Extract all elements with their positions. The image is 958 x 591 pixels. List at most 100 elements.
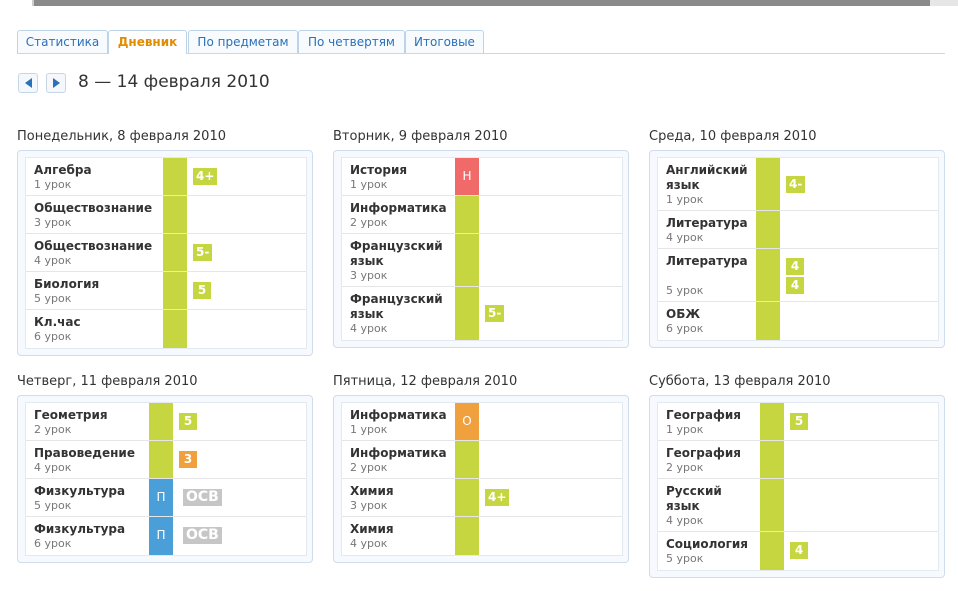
tab-by-subject[interactable]: По предметам: [188, 30, 298, 53]
subject-name: Литература: [666, 254, 748, 268]
lesson-number: 2 урок: [34, 423, 72, 436]
tab-by-quarter[interactable]: По четвертям: [298, 30, 405, 53]
lesson-row[interactable]: Русский язык 4 урок: [658, 479, 938, 532]
lesson-number: 2 урок: [666, 461, 704, 474]
lesson-number: 5 урок: [34, 499, 72, 512]
lesson-number: 6 урок: [666, 322, 704, 335]
tab-final[interactable]: Итоговые: [405, 30, 484, 53]
attendance-bar: [149, 441, 173, 478]
lesson-number: 6 урок: [34, 537, 72, 550]
lesson-number: 1 урок: [350, 423, 388, 436]
attendance-bar: П: [149, 479, 173, 516]
lesson-row[interactable]: Французский язык 3 урок: [342, 234, 622, 287]
grade-mark[interactable]: 5-: [193, 244, 213, 261]
subject-name: Химия: [350, 484, 394, 498]
lesson-number: 5 урок: [666, 552, 704, 565]
grade-mark[interactable]: ОСВ: [183, 527, 222, 544]
grade-mark[interactable]: 4+: [193, 168, 218, 185]
grade-mark[interactable]: 4-: [786, 176, 806, 193]
lesson-row[interactable]: Литература 5 урок 4 4: [658, 249, 938, 302]
lesson-number: 4 урок: [666, 514, 704, 527]
lesson-row[interactable]: Информатика 1 урок О: [342, 403, 622, 441]
attendance-bar: [760, 403, 784, 440]
day-header: Вторник, 9 февраля 2010: [333, 129, 508, 144]
grade-mark[interactable]: 5: [790, 413, 808, 430]
day-header: Четверг, 11 февраля 2010: [17, 374, 198, 389]
subject-name: Социология: [666, 537, 749, 551]
subject-name: Обществознание: [34, 201, 153, 215]
lesson-number: 1 урок: [350, 178, 388, 191]
attendance-status: П: [156, 490, 166, 504]
grade-mark[interactable]: 3: [179, 451, 197, 468]
lesson-row[interactable]: Французский язык 4 урок 5-: [342, 287, 622, 340]
lesson-row[interactable]: Социология 5 урок 4: [658, 532, 938, 570]
arrow-left-icon: [25, 78, 32, 88]
lesson-row[interactable]: Алгебра 1 урок 4+: [26, 158, 306, 196]
lesson-row[interactable]: Химия 3 урок 4+: [342, 479, 622, 517]
grade-mark[interactable]: 4: [790, 542, 808, 559]
grade-mark[interactable]: 4: [786, 277, 804, 294]
subject-name: Обществознание: [34, 239, 153, 253]
grade-mark[interactable]: 4+: [485, 489, 510, 506]
attendance-bar: [756, 211, 780, 248]
lesson-list: География 1 урок 5 География 2 урок Русский я…: [657, 402, 939, 571]
lesson-row[interactable]: География 2 урок: [658, 441, 938, 479]
lesson-row[interactable]: Физкультура 6 урок П ОСВ: [26, 517, 306, 555]
lesson-row[interactable]: Химия 4 урок: [342, 517, 622, 555]
subject-name: ОБЖ: [666, 307, 701, 321]
lesson-number: 2 урок: [350, 216, 388, 229]
subject-name: Геометрия: [34, 408, 108, 422]
lesson-row[interactable]: Литература 4 урок: [658, 211, 938, 249]
lesson-number: 5 урок: [666, 284, 704, 297]
grade-mark[interactable]: ОСВ: [183, 489, 222, 506]
tab-statistics[interactable]: Статистика: [17, 30, 108, 53]
attendance-bar: [756, 249, 780, 301]
subject-name: Физкультура: [34, 522, 126, 536]
next-week-button[interactable]: [46, 73, 66, 93]
grade-mark[interactable]: 5: [179, 413, 197, 430]
grade-mark[interactable]: 4: [786, 258, 804, 275]
lesson-row[interactable]: Физкультура 5 урок П ОСВ: [26, 479, 306, 517]
subject-name: Кл.час: [34, 315, 81, 329]
subject-name: Русский язык: [666, 484, 722, 513]
lesson-number: 3 урок: [350, 269, 388, 282]
lesson-row[interactable]: ОБЖ 6 урок: [658, 302, 938, 340]
attendance-bar: [455, 479, 479, 516]
lesson-number: 3 урок: [350, 499, 388, 512]
lesson-row[interactable]: Геометрия 2 урок 5: [26, 403, 306, 441]
attendance-bar: [756, 302, 780, 340]
grade-mark[interactable]: 5: [193, 282, 211, 299]
subject-name: Информатика: [350, 201, 447, 215]
day-card: Алгебра 1 урок 4+ Обществознание 3 урок Общес…: [17, 150, 313, 356]
attendance-bar: [163, 196, 187, 233]
lesson-row[interactable]: Информатика 2 урок: [342, 441, 622, 479]
lesson-row[interactable]: История 1 урок Н: [342, 158, 622, 196]
subject-name: Английский язык: [666, 163, 748, 192]
arrow-right-icon: [53, 78, 60, 88]
prev-week-button[interactable]: [18, 73, 38, 93]
day-card: Геометрия 2 урок 5 Правоведение 4 урок 3 Физку…: [17, 395, 313, 563]
day-header: Пятница, 12 февраля 2010: [333, 374, 518, 389]
grade-mark[interactable]: 5-: [485, 305, 505, 322]
lesson-number: 1 урок: [666, 193, 704, 206]
lesson-row[interactable]: Обществознание 3 урок: [26, 196, 306, 234]
subject-name: Французский язык: [350, 292, 443, 321]
lesson-row[interactable]: Биология 5 урок 5: [26, 272, 306, 310]
subject-name: История: [350, 163, 408, 177]
lesson-row[interactable]: Правоведение 4 урок 3: [26, 441, 306, 479]
lesson-row[interactable]: Английский язык 1 урок 4-: [658, 158, 938, 211]
tab-diary[interactable]: Дневник: [108, 30, 187, 54]
lesson-number: 4 урок: [350, 537, 388, 550]
lesson-row[interactable]: Информатика 2 урок: [342, 196, 622, 234]
attendance-bar: [756, 158, 780, 210]
subject-name: Физкультура: [34, 484, 126, 498]
attendance-status: Н: [462, 169, 472, 183]
attendance-bar: [455, 441, 479, 478]
attendance-bar: [163, 158, 187, 195]
lesson-row[interactable]: Обществознание 4 урок 5-: [26, 234, 306, 272]
lesson-row[interactable]: Кл.час 6 урок: [26, 310, 306, 348]
lesson-number: 3 урок: [34, 216, 72, 229]
attendance-bar: [455, 517, 479, 555]
subject-name: Литература: [666, 216, 748, 230]
lesson-row[interactable]: География 1 урок 5: [658, 403, 938, 441]
